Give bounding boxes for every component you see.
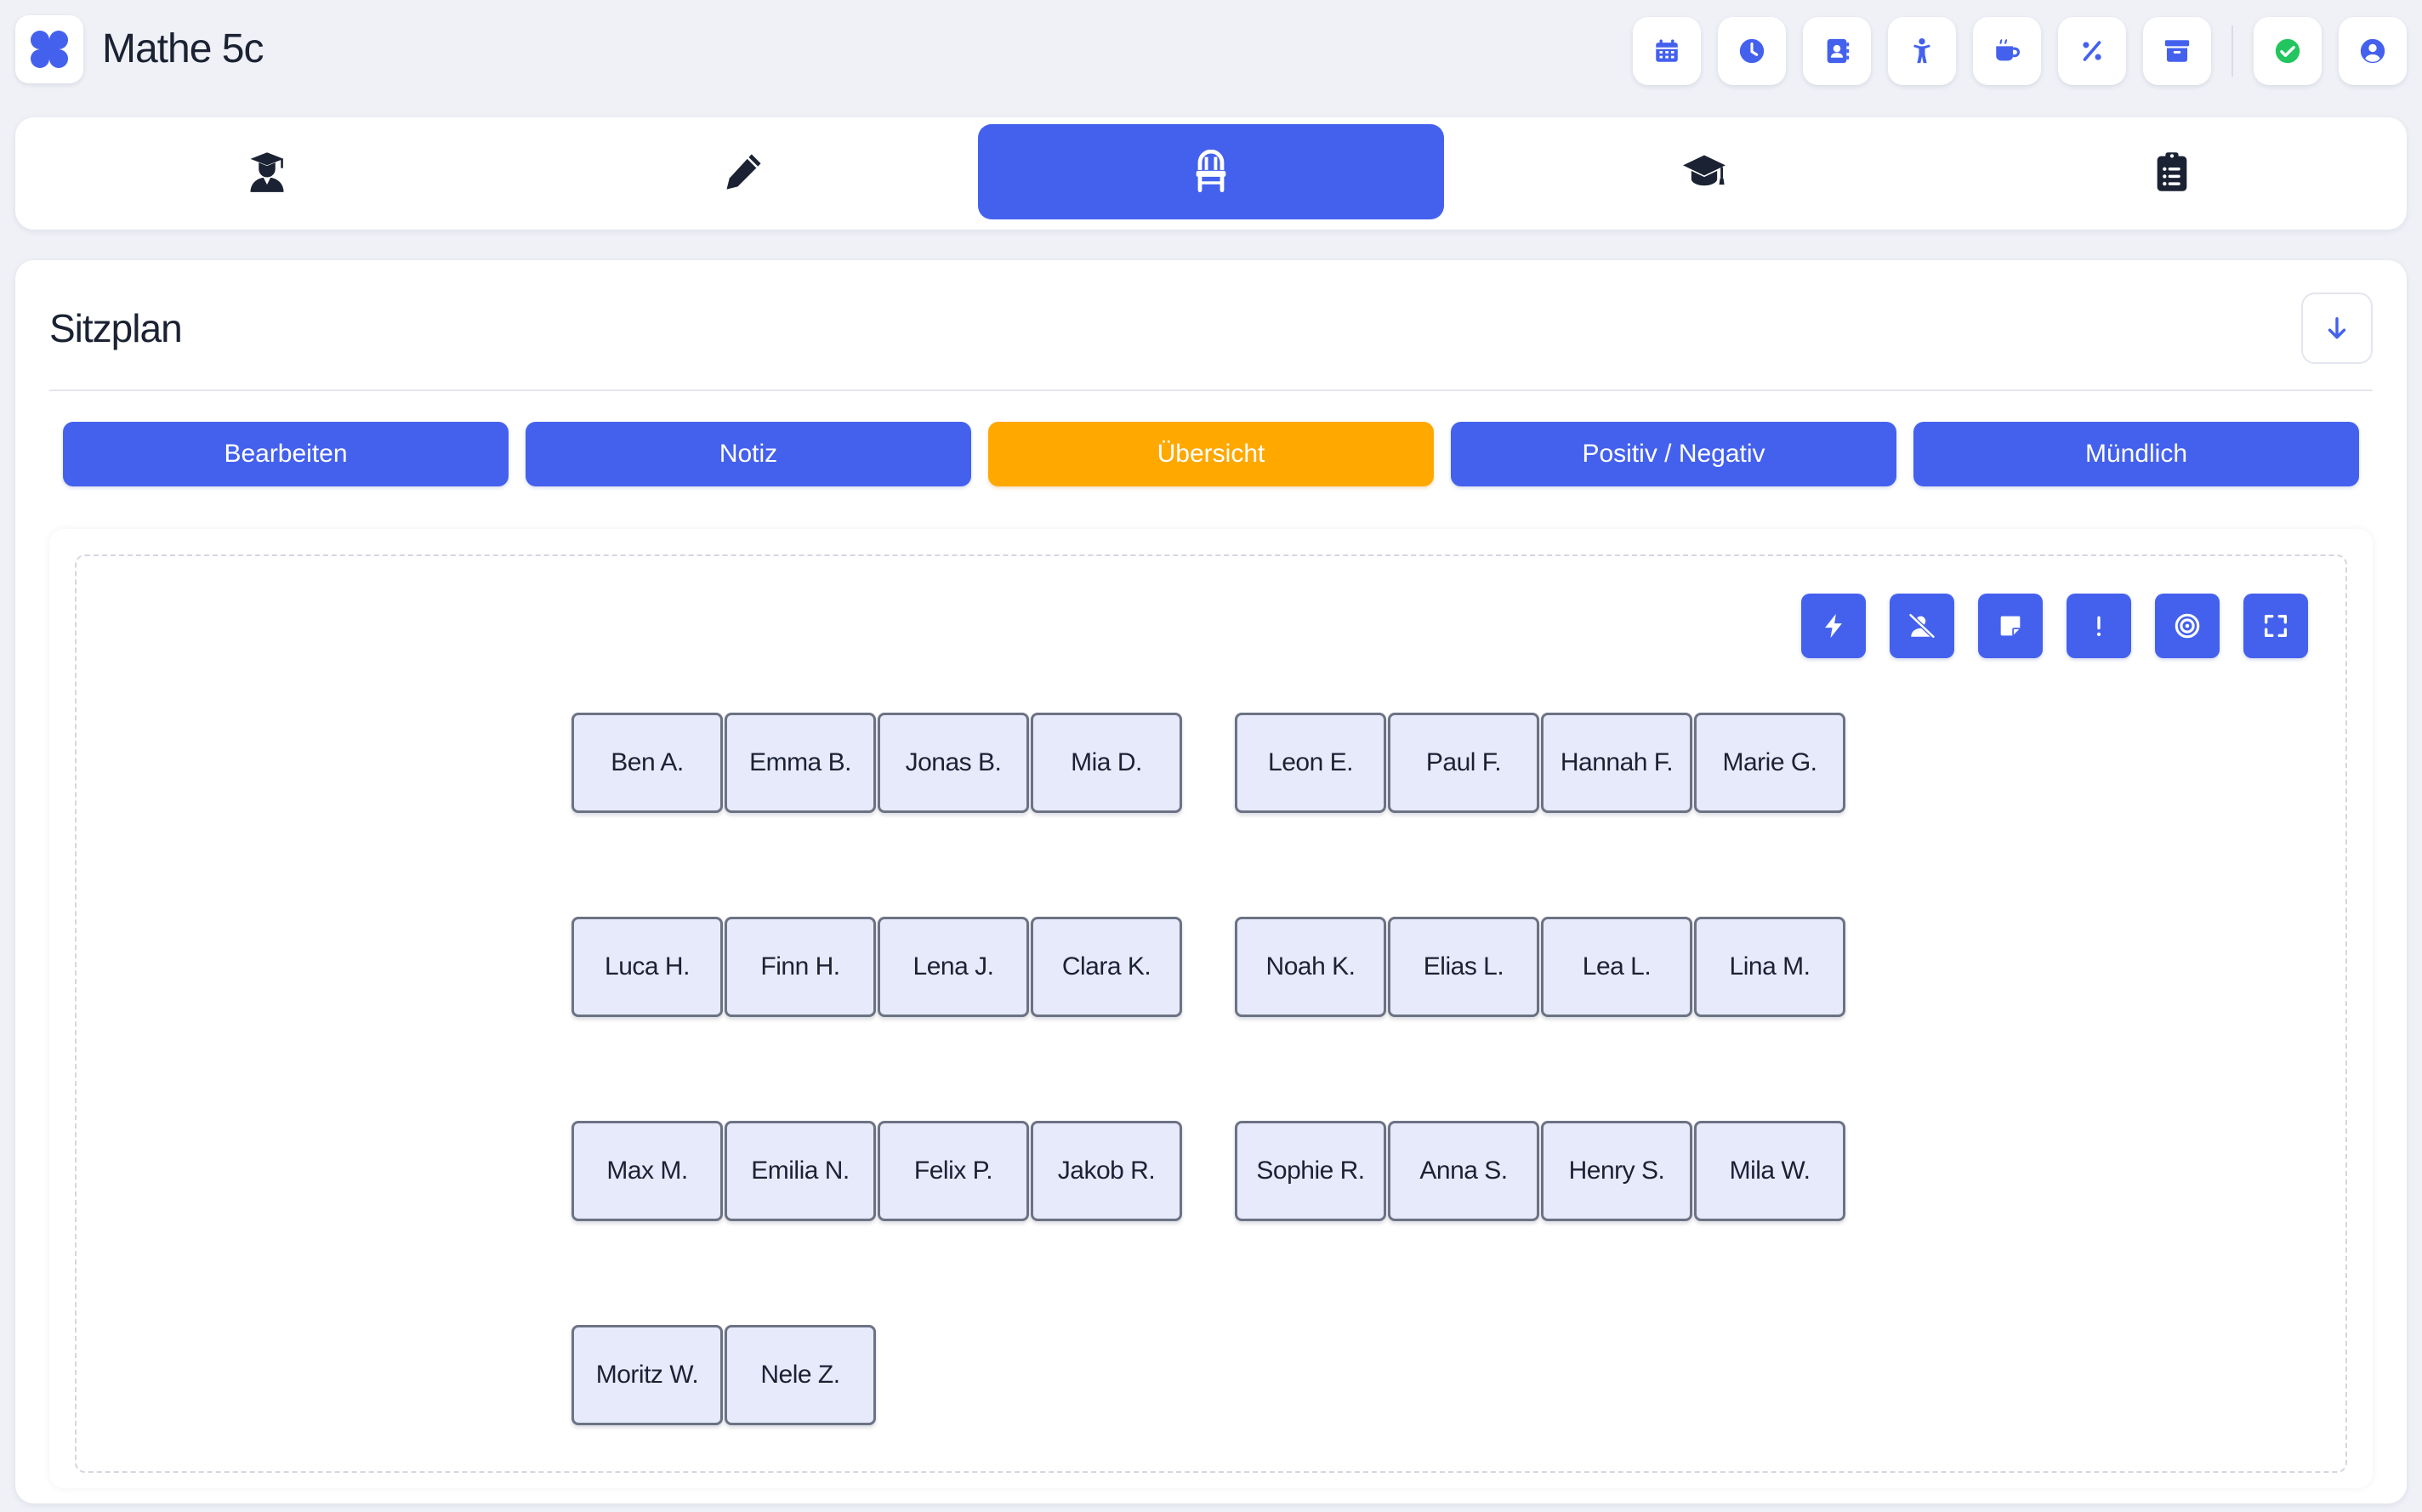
mode-overview-button[interactable]: Übersicht (988, 422, 1434, 486)
student-seat[interactable]: Emilia N. (725, 1121, 876, 1221)
header-divider (2232, 26, 2233, 77)
mode-edit-button[interactable]: Bearbeiten (63, 422, 509, 486)
seating-plan-canvas: Ben A. Emma B. Jonas B. Mia D. Leon E. Paul F… (75, 554, 2347, 1473)
break-button[interactable] (1973, 17, 2041, 85)
student-seat[interactable]: Anna S. (1388, 1121, 1539, 1221)
student-seat[interactable]: Nele Z. (725, 1325, 876, 1425)
student-seat[interactable]: Lea L. (1541, 917, 1692, 1017)
tab-grades[interactable] (1471, 124, 1937, 219)
section-divider (49, 389, 2373, 391)
page-title: Sitzplan (49, 306, 183, 350)
warning-button[interactable] (2067, 594, 2131, 658)
archive-icon (2164, 40, 2190, 62)
bolt-icon (1825, 613, 1842, 639)
percent-icon (2083, 41, 2101, 61)
student-seat[interactable]: Max M. (571, 1121, 723, 1221)
child-icon (1913, 37, 1930, 64)
student-seat[interactable]: Luca H. (571, 917, 723, 1017)
calendar-icon (1656, 39, 1678, 62)
percent-button[interactable] (2058, 17, 2126, 85)
student-seat[interactable]: Jonas B. (878, 713, 1029, 813)
expand-icon (2264, 614, 2288, 638)
clock-icon (1739, 38, 1765, 64)
student-seat[interactable]: Noah K. (1235, 917, 1386, 1017)
mode-note-button[interactable]: Notiz (526, 422, 971, 486)
tab-teacher[interactable] (34, 124, 500, 219)
app-logo[interactable] (15, 15, 83, 83)
quick-action-button[interactable] (1801, 594, 1866, 658)
clipboard-list-icon (2157, 152, 2187, 191)
tab-edit[interactable] (510, 124, 976, 219)
student-seat[interactable]: Marie G. (1694, 713, 1845, 813)
check-circle-icon (2275, 38, 2300, 64)
note-button[interactable] (1978, 594, 2043, 658)
student-seat[interactable]: Clara K. (1031, 917, 1182, 1017)
fullscreen-button[interactable] (2243, 594, 2308, 658)
mug-icon (1996, 38, 2020, 61)
mode-positive-negative-button[interactable]: Positiv / Negativ (1451, 422, 1896, 486)
arrow-down-icon (2328, 316, 2346, 339)
student-seat[interactable]: Paul F. (1388, 713, 1539, 813)
student-seat[interactable]: Finn H. (725, 917, 876, 1017)
student-seat[interactable]: Mila W. (1694, 1121, 1845, 1221)
teacher-icon (250, 152, 284, 192)
target-button[interactable] (2155, 594, 2220, 658)
student-seat[interactable]: Jakob R. (1031, 1121, 1182, 1221)
student-seat[interactable]: Lina M. (1694, 917, 1845, 1017)
student-seat[interactable]: Lena J. (878, 917, 1029, 1017)
app-title: Mathe 5c (102, 26, 264, 71)
student-seat[interactable]: Leon E. (1235, 713, 1386, 813)
clock-button[interactable] (1718, 17, 1786, 85)
contacts-button[interactable] (1803, 17, 1871, 85)
student-seat[interactable]: Felix P. (878, 1121, 1029, 1221)
profile-button[interactable] (2339, 17, 2407, 85)
student-seat[interactable]: Elias L. (1388, 917, 1539, 1017)
student-seat[interactable]: Moritz W. (571, 1325, 723, 1425)
pencil-icon (726, 154, 761, 190)
graduation-cap-icon (1683, 155, 1726, 186)
address-book-icon (1827, 38, 1850, 64)
student-seat[interactable]: Sophie R. (1235, 1121, 1386, 1221)
tab-tasks[interactable] (1939, 124, 2405, 219)
exclamation-icon (2096, 616, 2101, 637)
archive-button[interactable] (2143, 17, 2211, 85)
target-icon (2175, 613, 2200, 639)
seating-plan-panel: Sitzplan Bearbeiten Notiz Übersicht Posi… (15, 260, 2407, 1503)
student-seat[interactable]: Hannah F. (1541, 713, 1692, 813)
student-seat[interactable]: Henry S. (1541, 1121, 1692, 1221)
mode-oral-button[interactable]: Mündlich (1913, 422, 2359, 486)
absent-button[interactable] (1890, 594, 1954, 658)
four-blobs-logo-icon (31, 31, 68, 68)
seating-plan-container: Ben A. Emma B. Jonas B. Mia D. Leon E. Paul F… (49, 529, 2373, 1488)
user-slash-icon (1908, 613, 1936, 639)
tab-seating[interactable] (978, 124, 1444, 219)
child-button[interactable] (1888, 17, 1956, 85)
main-tab-bar (15, 117, 2407, 230)
collapse-button[interactable] (2301, 293, 2373, 364)
student-seat[interactable]: Mia D. (1031, 713, 1182, 813)
status-button[interactable] (2254, 17, 2322, 85)
user-circle-icon (2360, 38, 2385, 64)
sticky-note-icon (2000, 616, 2021, 636)
student-seat[interactable]: Emma B. (725, 713, 876, 813)
chair-icon (1196, 150, 1226, 193)
student-seat[interactable]: Ben A. (571, 713, 723, 813)
calendar-button[interactable] (1633, 17, 1701, 85)
